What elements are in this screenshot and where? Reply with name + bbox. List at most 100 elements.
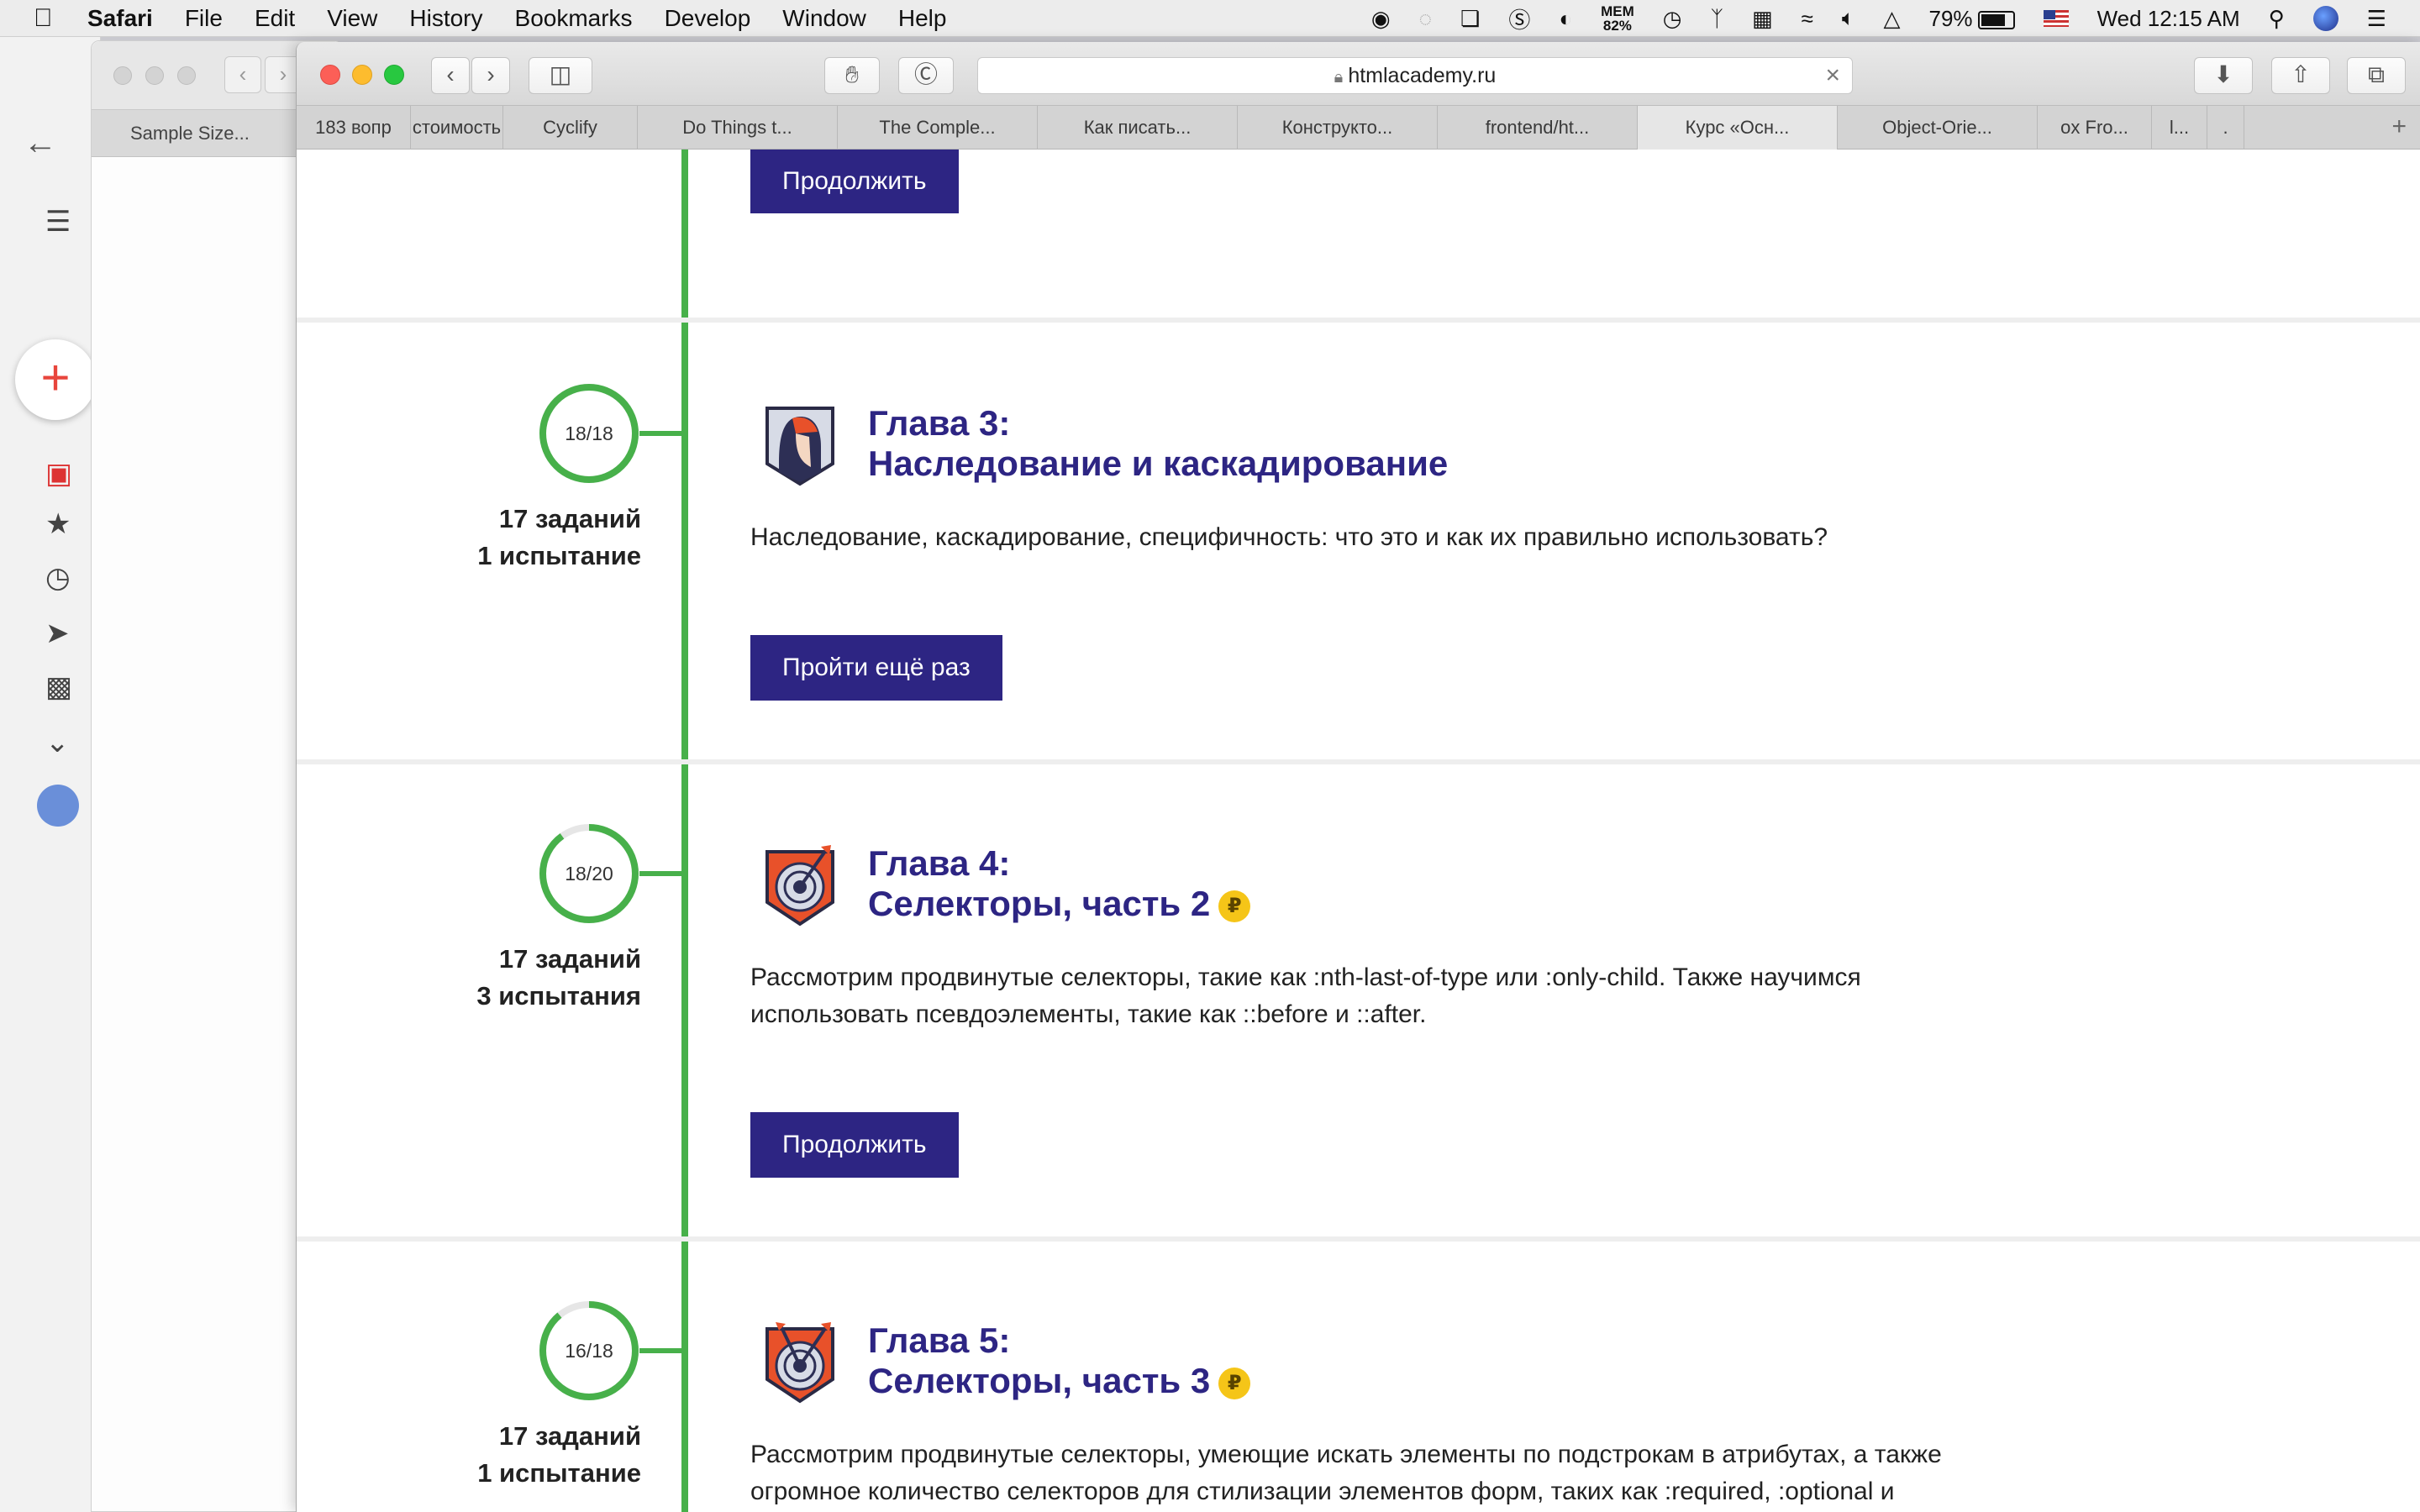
speed-icon[interactable]: ◐	[1559, 6, 1572, 32]
volume-icon[interactable]: 🔈︎	[1842, 5, 1855, 32]
menu-view[interactable]: View	[327, 5, 377, 32]
skype-icon[interactable]: Ⓢ	[1508, 3, 1530, 34]
us-flag-icon[interactable]	[2043, 10, 2069, 27]
chapter-description: Наследование, каскадирование, специфично…	[750, 523, 1828, 551]
hand-extension-icon[interactable]: ✋︎	[824, 57, 880, 94]
forward-button[interactable]: ›	[471, 57, 510, 94]
wifi-icon[interactable]: ≈	[1802, 6, 1813, 32]
timeline-connector	[639, 1348, 683, 1353]
hamburger-menu-icon[interactable]: ☰	[45, 205, 71, 239]
tab[interactable]: Do Things t...	[638, 106, 838, 150]
chapter-title: Глава 3: Наследование и каскадирование	[868, 403, 1448, 484]
retry-button[interactable]: Пройти ещё раз	[750, 635, 1002, 701]
chevron-down-icon[interactable]: ⌄	[45, 726, 70, 759]
tab[interactable]: Object-Orie...	[1838, 106, 2038, 150]
menu-history[interactable]: History	[409, 5, 482, 32]
menu-file[interactable]: File	[185, 5, 223, 32]
battery-fill	[1981, 13, 2005, 26]
tabs-overview-icon[interactable]: ⧉	[2347, 57, 2406, 94]
avatar[interactable]	[37, 785, 79, 827]
screens-icon[interactable]: ❏	[1460, 6, 1480, 32]
inbox-icon[interactable]: ▣	[45, 457, 72, 491]
apple-menu-icon[interactable]: 	[34, 4, 67, 33]
airplay-icon[interactable]: △	[1884, 6, 1901, 32]
grammarly-icon[interactable]: Ⓒ	[898, 57, 954, 94]
clock[interactable]: Wed 12:15 AM	[2097, 6, 2240, 32]
memory-indicator[interactable]: MEM 82%	[1601, 4, 1634, 33]
user-icon[interactable]	[2312, 6, 2338, 31]
progress-label: 18/20	[565, 863, 613, 885]
menu-edit[interactable]: Edit	[255, 5, 295, 32]
sidebar-toggle-icon[interactable]: ◫	[529, 57, 592, 94]
tab[interactable]: l...	[2152, 106, 2207, 150]
progress-ring: 16/18	[539, 1300, 639, 1401]
tests-count: 3 испытания	[476, 981, 641, 1011]
spotlight-icon[interactable]: ⚲	[2269, 6, 2285, 32]
page-content: Продолжить 18/18 17 заданий 1 испытание	[297, 150, 2420, 1512]
tab[interactable]: frontend/ht...	[1438, 106, 1638, 150]
menu-develop[interactable]: Develop	[665, 5, 751, 32]
draft-icon[interactable]: ▩	[45, 670, 72, 704]
tab[interactable]: Конструкто...	[1238, 106, 1438, 150]
share-icon[interactable]: ⇧	[2271, 57, 2330, 94]
tab[interactable]: .	[2207, 106, 2244, 150]
back-button[interactable]: ‹	[431, 57, 470, 94]
zoom-dot[interactable]	[177, 66, 196, 85]
chapter-separator	[297, 1236, 2420, 1242]
progress-label: 16/18	[565, 1340, 613, 1362]
chapter-stats: 17 заданий 1 испытание	[297, 501, 641, 575]
bluetooth-icon[interactable]: ᛉ	[1710, 6, 1723, 32]
minimize-button[interactable]	[352, 65, 372, 85]
progress-ring: 18/18	[539, 383, 639, 484]
tab[interactable]: Cyclify	[503, 106, 638, 150]
close-dot[interactable]	[113, 66, 132, 85]
menu-bookmarks[interactable]: Bookmarks	[515, 5, 633, 32]
battery-indicator[interactable]: 79%	[1929, 6, 2015, 32]
chapter-number: Глава 5:	[868, 1320, 1011, 1360]
chapter-description: Рассмотрим продвинутые селекторы, умеющи…	[750, 1441, 1942, 1505]
tasks-count: 17 заданий	[498, 504, 641, 533]
course-timeline	[681, 150, 688, 1512]
menu-help[interactable]: Help	[898, 5, 947, 32]
compose-plus-icon[interactable]: +	[15, 339, 96, 420]
tab[interactable]: ox Fro...	[2038, 106, 2152, 150]
downloads-icon[interactable]: ⬇	[2194, 57, 2253, 94]
star-icon[interactable]: ★	[45, 507, 71, 541]
zoom-button[interactable]	[384, 65, 404, 85]
tab-bar: 183 вопр стоимость Cyclify Do Things t..…	[297, 106, 2420, 150]
target-two-arrows-icon	[762, 1320, 838, 1404]
timeline-connector	[639, 871, 683, 876]
tab[interactable]: The Comple...	[838, 106, 1038, 150]
notification-center-icon[interactable]: ☰	[2367, 6, 2386, 32]
minimize-dot[interactable]	[145, 66, 164, 85]
url-text: htmlacademy.ru	[1348, 64, 1497, 87]
address-bar[interactable]: 🔒︎ htmlacademy.ru ×	[977, 57, 1853, 94]
tasks-count: 17 заданий	[498, 1421, 641, 1451]
helmet-icon	[762, 403, 838, 487]
back-icon[interactable]: ‹	[224, 56, 261, 93]
progress-ring: 18/20	[539, 823, 639, 924]
tab[interactable]: Как писать...	[1038, 106, 1238, 150]
chapter-number: Глава 4:	[868, 843, 1011, 883]
menu-window[interactable]: Window	[782, 5, 866, 32]
close-button[interactable]	[320, 65, 340, 85]
continue-button[interactable]: Продолжить	[750, 150, 959, 213]
cpu-icon[interactable]: ▦	[1752, 6, 1773, 32]
time-machine-icon[interactable]: ◷	[1663, 6, 1682, 32]
new-tab-button[interactable]: +	[2244, 106, 2420, 149]
clear-url-icon[interactable]: ×	[1825, 58, 1840, 93]
chapter-separator	[297, 759, 2420, 764]
tab[interactable]: стоимость	[411, 106, 503, 150]
chapter-title: Глава 4: Селекторы, часть 2 ₽	[868, 843, 1251, 924]
tab-active[interactable]: Курс «Осн...	[1638, 106, 1838, 150]
creative-cloud-icon[interactable]: ◉	[1371, 6, 1391, 32]
clock-icon[interactable]: ◷	[45, 561, 71, 595]
back-arrow-icon[interactable]: ←	[24, 124, 57, 162]
continue-button[interactable]: Продолжить	[750, 1112, 959, 1178]
sync-icon[interactable]: ◌	[1419, 6, 1432, 32]
target-arrow-icon	[762, 843, 838, 927]
battery-percent: 79%	[1928, 5, 1973, 31]
send-icon[interactable]: ➤	[45, 617, 70, 650]
tab[interactable]: 183 вопр	[297, 106, 411, 150]
menu-safari[interactable]: Safari	[87, 5, 153, 32]
